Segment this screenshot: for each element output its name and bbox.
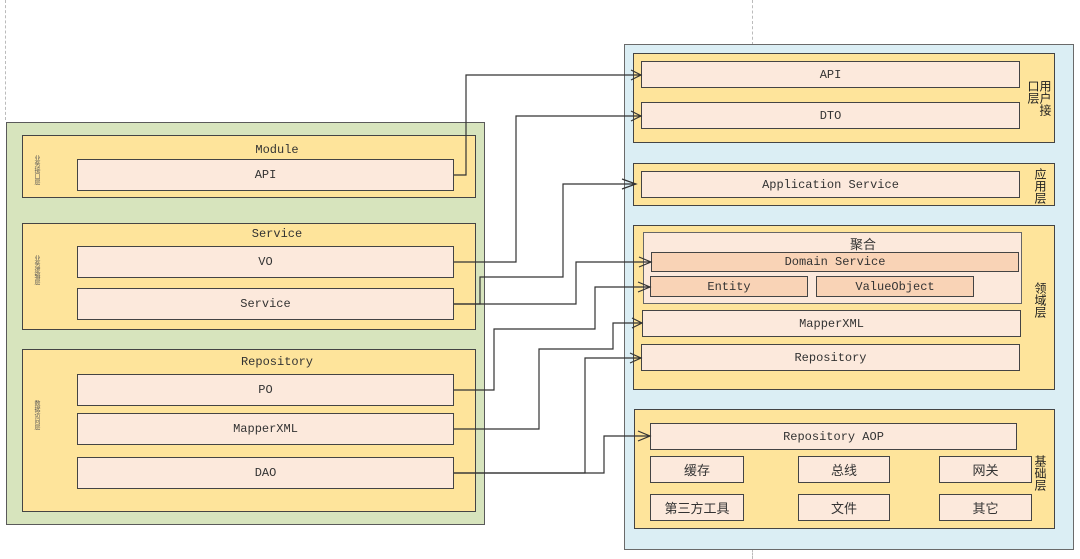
connector-vo-to-dto bbox=[454, 115, 641, 263]
connector-service-to-domain-service bbox=[454, 261, 651, 305]
connector-dao-to-domain-repository bbox=[454, 357, 641, 474]
connector-layer bbox=[454, 69, 653, 474]
connector-module-api-to-ui-api bbox=[454, 74, 641, 176]
connector-service-to-app-service bbox=[454, 183, 636, 305]
connector-dao-to-repository-aop bbox=[454, 435, 650, 474]
connector-mapperxml-to-domain-mapperxml bbox=[454, 322, 642, 430]
connector-po-to-entity bbox=[454, 286, 650, 391]
